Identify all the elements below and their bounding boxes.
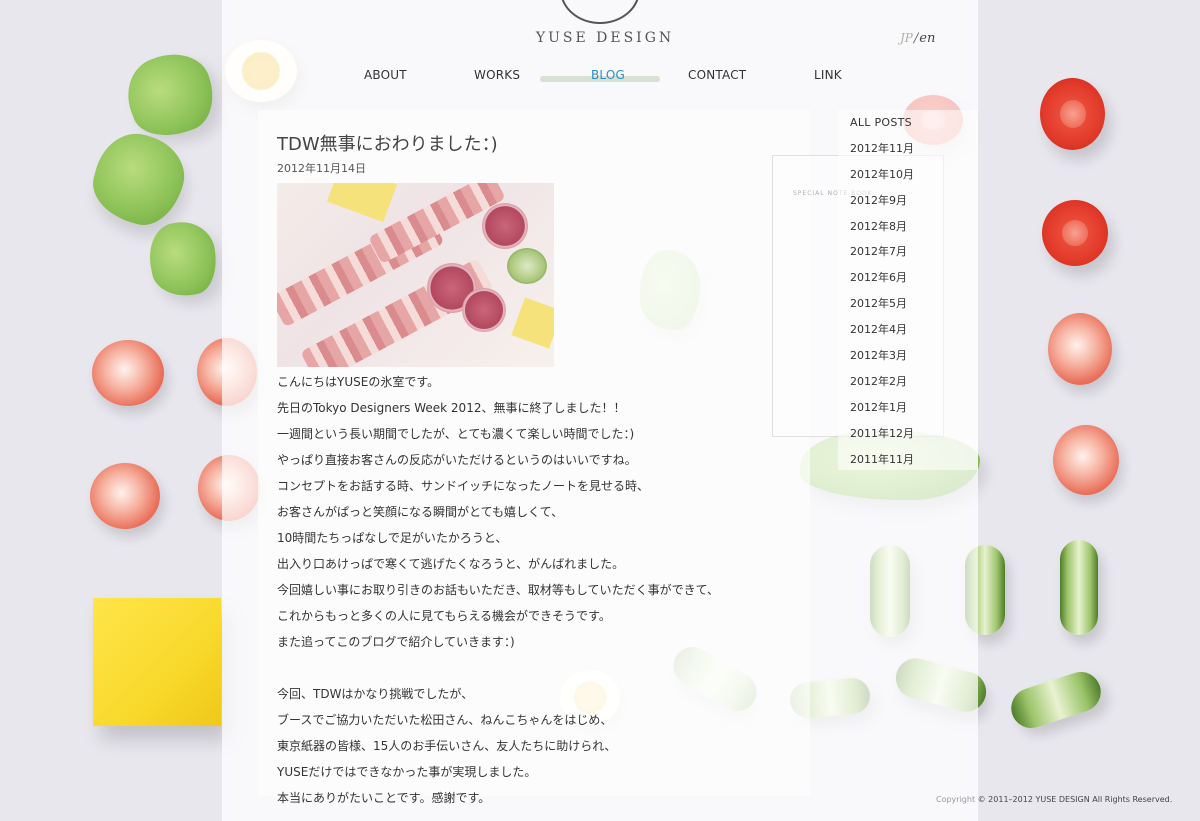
nav-link[interactable]: LINK [814, 68, 842, 82]
archive-list: ALL POSTS 2012年11月 2012年10月 2012年9月 2012… [850, 113, 914, 475]
post-paragraph: 本当にありがたいことです。感謝です。 [277, 791, 491, 805]
post-paragraph: 今回、TDWはかなり挑戦でしたが、 [277, 687, 474, 701]
nav-contact[interactable]: CONTACT [688, 68, 746, 82]
copyright: Copyright © 2011–2012 YUSE DESIGN All Ri… [936, 795, 1172, 804]
post-paragraph: 一週間という長い期間でしたが、とても濃くて楽しい時間でした：) [277, 427, 635, 441]
archive-item[interactable]: 2012年11月 [850, 139, 914, 165]
post-paragraph: こんにちはYUSEの氷室です。 [277, 375, 440, 389]
post-paragraph: 先日のTokyo Designers Week 2012、無事に終了しました！！ [277, 401, 626, 415]
nav-works[interactable]: WORKS [474, 68, 520, 82]
archive-item[interactable]: 2012年9月 [850, 191, 914, 217]
post-paragraph: やっぱり直接お客さんの反応がいただけるというのはいいですね。 [277, 453, 637, 467]
post-paragraph: YUSEだけではできなかった事が実現しました。 [277, 765, 537, 779]
archive-item[interactable]: 2012年3月 [850, 346, 914, 372]
lang-jp-link[interactable]: JP [900, 31, 913, 45]
post-title[interactable]: TDW無事におわりました：) [277, 130, 498, 156]
post-paragraph: 10時間たちっぱなしで足がいたかろうと、 [277, 531, 508, 545]
post-paragraph: 今回嬉しい事にお取り引きのお話もいただき、取材等もしていただく事ができて、 [277, 583, 719, 597]
archive-item[interactable]: 2011年11月 [850, 450, 914, 476]
shrimp-decoration [1053, 425, 1119, 495]
archive-item[interactable]: 2012年2月 [850, 372, 914, 398]
lettuce-decoration [144, 216, 222, 302]
post-paragraph: ブースでご協力いただいた松田さん、ねんこちゃんをはじめ、 [277, 713, 613, 727]
post-paragraph: お客さんがぱっと笑顔になる瞬間がとても嬉しくて、 [277, 505, 564, 519]
post-paragraph: コンセプトをお話する時、サンドイッチになったノートを見せる時、 [277, 479, 650, 493]
archive-item[interactable]: 2012年8月 [850, 217, 914, 243]
post-body: こんにちはYUSEの氷室です。 先日のTokyo Designers Week … [277, 369, 797, 811]
copyright-word: Copyright [936, 795, 976, 804]
main-nav: ABOUT WORKS BLOG CONTACT LINK [330, 68, 870, 88]
archive-all-posts[interactable]: ALL POSTS [850, 113, 914, 139]
tomato-decoration [1042, 200, 1108, 266]
lettuce-decoration [85, 125, 193, 233]
page: YUSE DESIGN JP/en ABOUT WORKS BLOG CONTA… [0, 0, 1200, 821]
shrimp-decoration [92, 340, 164, 406]
shrimp-decoration [90, 463, 160, 529]
post-paragraph: また追ってこのブログで紹介していきます：) [277, 635, 515, 649]
archive-item[interactable]: 2012年5月 [850, 294, 914, 320]
lettuce-decoration [116, 42, 225, 148]
cucumber-decoration [1060, 540, 1098, 635]
archive-item[interactable]: 2012年7月 [850, 242, 914, 268]
archive-item[interactable]: 2012年1月 [850, 398, 914, 424]
tomato-decoration [1040, 78, 1105, 150]
archive-item[interactable]: 2012年4月 [850, 320, 914, 346]
nav-blog[interactable]: BLOG [591, 68, 625, 82]
site-brand[interactable]: YUSE DESIGN [500, 30, 710, 46]
post-paragraph: 東京紙器の皆様、15人のお手伝いさん、友人たちに助けられ、 [277, 739, 617, 753]
post-paragraph: 出入り口あけっぱで寒くて逃げたくなろうと、がんばれました。 [277, 557, 625, 571]
nav-about[interactable]: ABOUT [364, 68, 407, 82]
shrimp-decoration [1048, 313, 1112, 385]
archive-item[interactable]: 2012年6月 [850, 268, 914, 294]
post-paragraph-blank [277, 655, 797, 681]
copyright-text: © 2011–2012 YUSE DESIGN All Rights Reser… [977, 795, 1173, 804]
post-photo [277, 183, 554, 367]
cheese-decoration [93, 598, 221, 726]
post-paragraph: これからもっと多くの人に見てもらえる機会ができそうです。 [277, 609, 611, 623]
post-date: 2012年11月14日 [277, 162, 366, 175]
archive-item[interactable]: 2011年12月 [850, 424, 914, 450]
cucumber-decoration [1006, 666, 1106, 734]
language-switcher: JP/en [900, 31, 935, 46]
archive-item[interactable]: 2012年10月 [850, 165, 914, 191]
lang-en-link[interactable]: en [919, 31, 935, 46]
lang-separator: / [913, 31, 919, 46]
